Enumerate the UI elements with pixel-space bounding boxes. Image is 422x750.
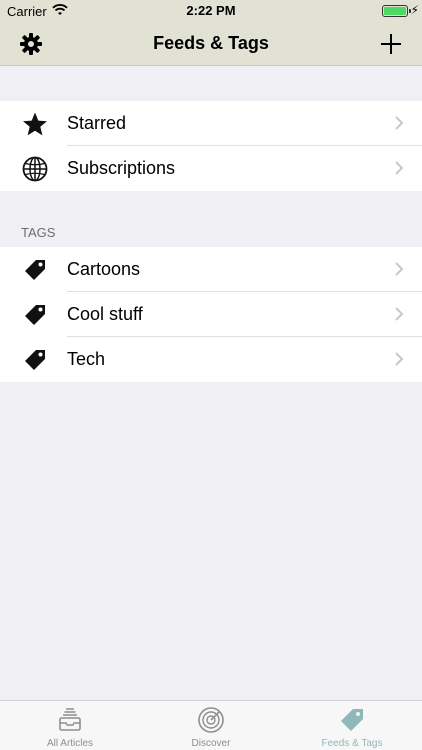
tag-row-cartoons[interactable]: Cartoons bbox=[0, 247, 422, 292]
chevron-right-icon bbox=[395, 262, 404, 276]
battery-icon bbox=[382, 5, 408, 17]
tab-label: All Articles bbox=[46, 738, 94, 749]
tab-discover[interactable]: Discover bbox=[141, 701, 281, 750]
tab-label: Discover bbox=[191, 738, 231, 749]
tag-label: Cool stuff bbox=[67, 304, 143, 324]
plus-icon[interactable] bbox=[378, 31, 404, 57]
star-icon bbox=[23, 112, 47, 136]
charging-icon: ⚡ bbox=[410, 3, 419, 17]
navigation-bar: Feeds & Tags bbox=[0, 22, 422, 66]
tags-section-header: TAGS bbox=[21, 225, 56, 240]
tab-feeds-and-tags[interactable]: Feeds & Tags bbox=[282, 701, 422, 750]
starred-row[interactable]: Starred bbox=[0, 101, 422, 146]
tag-icon bbox=[25, 260, 45, 280]
tag-label: Tech bbox=[67, 349, 106, 369]
subscriptions-label: Subscriptions bbox=[67, 158, 176, 178]
inbox-icon bbox=[59, 708, 81, 731]
tag-icon bbox=[341, 709, 363, 731]
tag-icon bbox=[25, 350, 45, 370]
tag-row-cool-stuff[interactable]: Cool stuff bbox=[0, 292, 422, 337]
page-title: Feeds & Tags bbox=[153, 33, 269, 53]
tab-all-articles[interactable]: All Articles bbox=[0, 701, 140, 750]
status-time: 2:22 PM bbox=[186, 3, 236, 18]
subscriptions-row[interactable]: Subscriptions bbox=[0, 146, 422, 191]
tag-label: Cartoons bbox=[67, 259, 141, 279]
starred-label: Starred bbox=[67, 113, 127, 133]
chevron-right-icon bbox=[395, 352, 404, 366]
tag-icon bbox=[25, 305, 45, 325]
chevron-right-icon bbox=[395, 307, 404, 321]
tag-row-tech[interactable]: Tech bbox=[0, 337, 422, 382]
chevron-right-icon bbox=[395, 161, 404, 175]
globe-icon bbox=[22, 156, 48, 182]
main-feeds-section: Starred Subscriptions bbox=[0, 101, 422, 191]
radar-icon bbox=[198, 707, 224, 733]
chevron-right-icon bbox=[395, 116, 404, 130]
tab-label: Feeds & Tags bbox=[321, 738, 383, 749]
tab-bar: All Articles Discover Feeds & Tags bbox=[0, 700, 422, 750]
tags-section: Cartoons Cool stuff Tech bbox=[0, 247, 422, 382]
status-bar: Carrier 2:22 PM ⚡ bbox=[0, 0, 422, 22]
